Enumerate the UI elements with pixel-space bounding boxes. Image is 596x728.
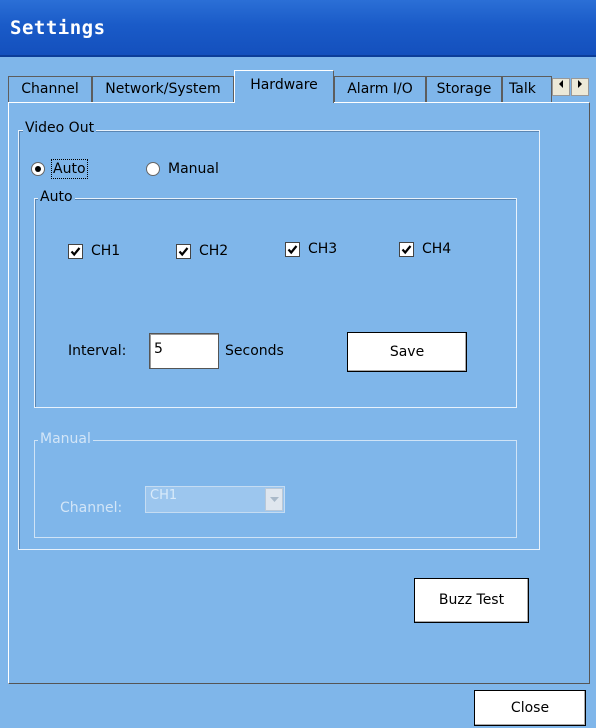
arrow-right-icon [578,80,582,88]
radio-indicator [31,162,45,176]
tab-label: Talk [509,81,536,97]
interval-input[interactable]: 5 [149,333,219,369]
tab-label: Storage [436,81,492,97]
ch4-label: CH4 [422,241,452,257]
manual-radio-label: Manual [168,161,219,177]
ch1-label: CH1 [91,243,121,259]
interval-label: Interval: [68,343,127,359]
tab-label: Channel [21,81,79,97]
interval-unit-label: Seconds [225,343,284,359]
checkmark-icon [401,244,412,254]
tab-talk[interactable]: Talk [502,76,552,102]
video-out-legend: Video Out [23,120,97,136]
checkbox-box [68,243,83,259]
window-title: Settings [10,17,106,39]
auto-radio-label: Auto [51,159,88,179]
tab-alarm-io[interactable]: Alarm I/O [334,76,426,102]
ch4-checkbox[interactable]: CH4 [399,241,451,257]
channel-select-value: CH1 [150,488,178,503]
tab-scroll-right-button[interactable] [571,78,589,96]
ch3-checkbox[interactable]: CH3 [285,241,337,257]
ch2-label: CH2 [199,243,229,259]
tab-label: Alarm I/O [347,81,413,97]
checkbox-box [285,241,300,257]
channel-label: Channel: [60,500,123,516]
checkbox-box [399,241,414,257]
checkbox-box [176,243,191,259]
checkmark-icon [70,246,81,256]
hardware-tab-panel: Video Out Auto Manual Auto CH1 CH2 CH3 C… [8,102,590,684]
tab-label: Hardware [250,77,318,93]
channel-select[interactable]: CH1 [145,486,285,513]
chevron-down-icon [270,497,279,502]
auto-group [34,198,517,408]
arrow-left-icon [559,80,563,88]
tab-scroll-left-button[interactable] [552,78,570,96]
tab-hardware[interactable]: Hardware [234,70,334,103]
tab-label: Network/System [105,81,221,97]
tab-strip: Channel Network/System Hardware Alarm I/… [8,70,590,103]
tab-network-system[interactable]: Network/System [92,76,234,102]
checkmark-icon [287,244,298,254]
manual-group-legend: Manual [38,431,93,447]
tab-storage[interactable]: Storage [426,76,502,102]
close-button[interactable]: Close [474,690,586,726]
checkmark-icon [178,246,189,256]
dropdown-button[interactable] [265,488,283,511]
ch3-label: CH3 [308,241,338,257]
save-button[interactable]: Save [347,332,467,372]
title-bar: Settings [0,0,596,57]
ch2-checkbox[interactable]: CH2 [176,243,228,259]
radio-indicator [146,162,160,176]
manual-radio[interactable]: Manual [146,161,219,177]
tab-channel[interactable]: Channel [8,76,92,102]
buzz-test-button[interactable]: Buzz Test [414,578,529,623]
ch1-checkbox[interactable]: CH1 [68,243,120,259]
auto-radio[interactable]: Auto [31,159,88,179]
auto-group-legend: Auto [38,189,75,205]
